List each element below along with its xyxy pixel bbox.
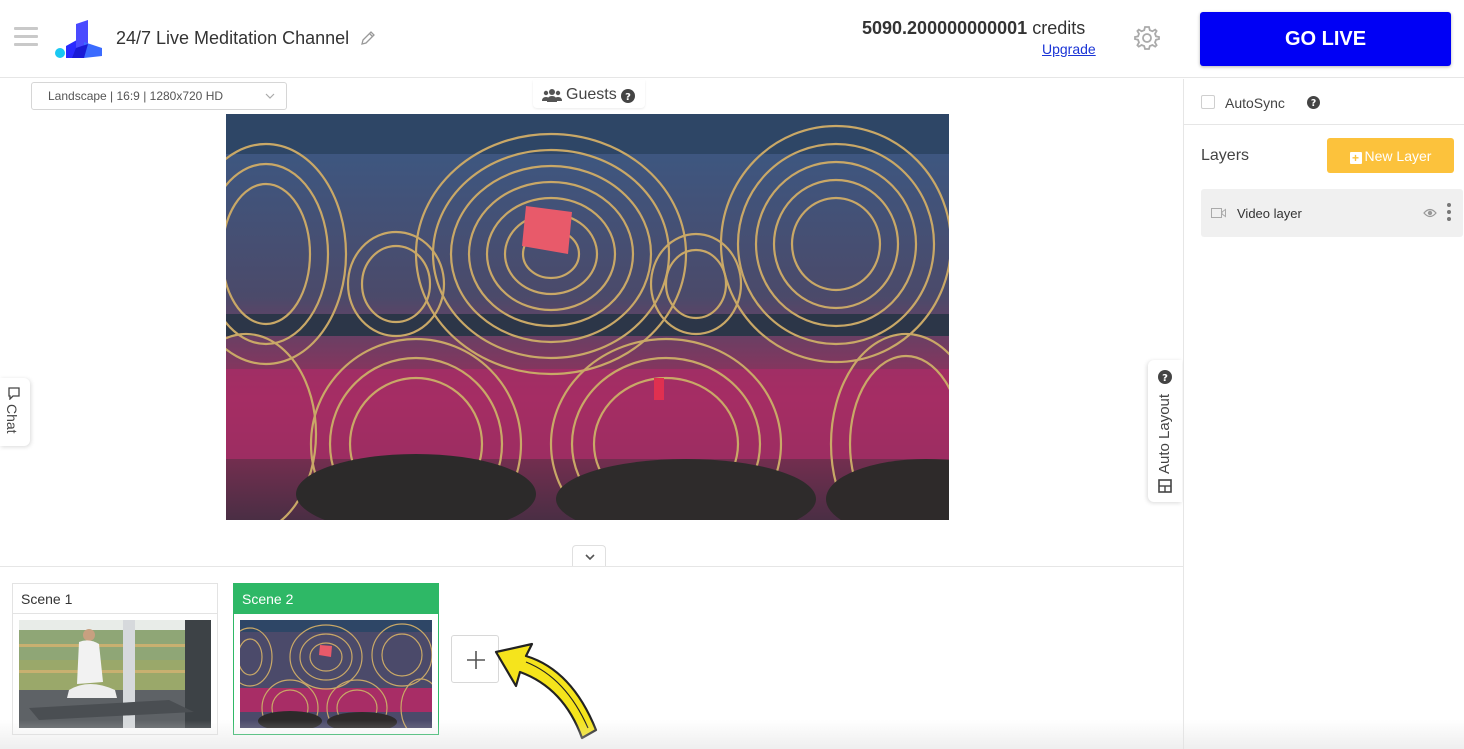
collapse-scenes-button[interactable] (572, 545, 606, 567)
layer-name: Video layer (1237, 206, 1302, 221)
autosync-checkbox[interactable] (1201, 95, 1215, 109)
guests-label: Guests (566, 86, 617, 103)
scene-card-2[interactable]: Scene 2 (233, 583, 439, 735)
help-icon[interactable]: ? (1307, 96, 1320, 109)
eye-icon[interactable] (1423, 207, 1437, 219)
help-icon[interactable]: ? (1158, 370, 1172, 384)
right-panel: AutoSync ? Layers + New Layer Video layer (1183, 79, 1464, 749)
scene-thumbnail (240, 620, 432, 728)
plus-square-icon: + (1349, 151, 1362, 164)
svg-text:?: ? (625, 92, 631, 103)
new-layer-label: New Layer (1364, 147, 1432, 164)
chat-tab[interactable]: Chat (0, 378, 30, 446)
scene-label: Scene 2 (234, 584, 438, 614)
chevron-down-icon (265, 93, 275, 99)
stage-preview (226, 114, 949, 520)
channel-title: 24/7 Live Meditation Channel (116, 28, 350, 48)
more-options-icon[interactable] (1447, 203, 1451, 223)
resolution-select[interactable]: Landscape | 16:9 | 1280x720 HD (31, 82, 287, 110)
layers-title: Layers (1201, 147, 1250, 164)
scene-thumbnail (19, 620, 211, 728)
video-camera-icon (1211, 208, 1226, 218)
plus-icon (467, 651, 485, 669)
svg-text:?: ? (1311, 98, 1316, 109)
users-icon (542, 89, 562, 102)
top-header: 24/7 Live Meditation Channel 5090.200000… (0, 0, 1464, 78)
autosync-label: AutoSync (1225, 95, 1285, 111)
help-icon[interactable]: ? (621, 89, 635, 103)
credits-unit: credits (1032, 18, 1086, 38)
gear-icon[interactable] (1133, 24, 1161, 52)
chevron-down-icon (585, 554, 595, 561)
credits-amount: 5090.200000000001 (862, 18, 1028, 38)
app-logo (55, 20, 102, 58)
pointer-arrow-icon (494, 642, 598, 740)
chat-label: Chat (4, 404, 20, 434)
svg-text:?: ? (1162, 373, 1168, 384)
scene-label: Scene 1 (13, 584, 217, 614)
layout-grid-icon (1158, 479, 1172, 493)
upgrade-link[interactable]: Upgrade (1042, 41, 1096, 57)
resolution-value: Landscape | 16:9 | 1280x720 HD (48, 89, 224, 103)
auto-layout-tab[interactable]: ? Auto Layout (1148, 360, 1182, 502)
credits-display: 5090.200000000001 credits (862, 18, 1085, 39)
guests-tab[interactable]: Guests ? (533, 80, 645, 108)
chat-bubble-icon (8, 387, 20, 400)
auto-layout-label: Auto Layout (1156, 393, 1173, 474)
go-live-button[interactable]: GO LIVE (1200, 12, 1451, 66)
divider (1184, 124, 1464, 125)
menu-icon[interactable] (14, 27, 38, 47)
incense-coils-image (226, 114, 949, 520)
new-layer-button[interactable]: + New Layer (1327, 138, 1454, 173)
layer-item-video[interactable]: Video layer (1201, 189, 1463, 237)
edit-pencil-icon[interactable] (360, 30, 376, 46)
scene-card-1[interactable]: Scene 1 (12, 583, 218, 735)
